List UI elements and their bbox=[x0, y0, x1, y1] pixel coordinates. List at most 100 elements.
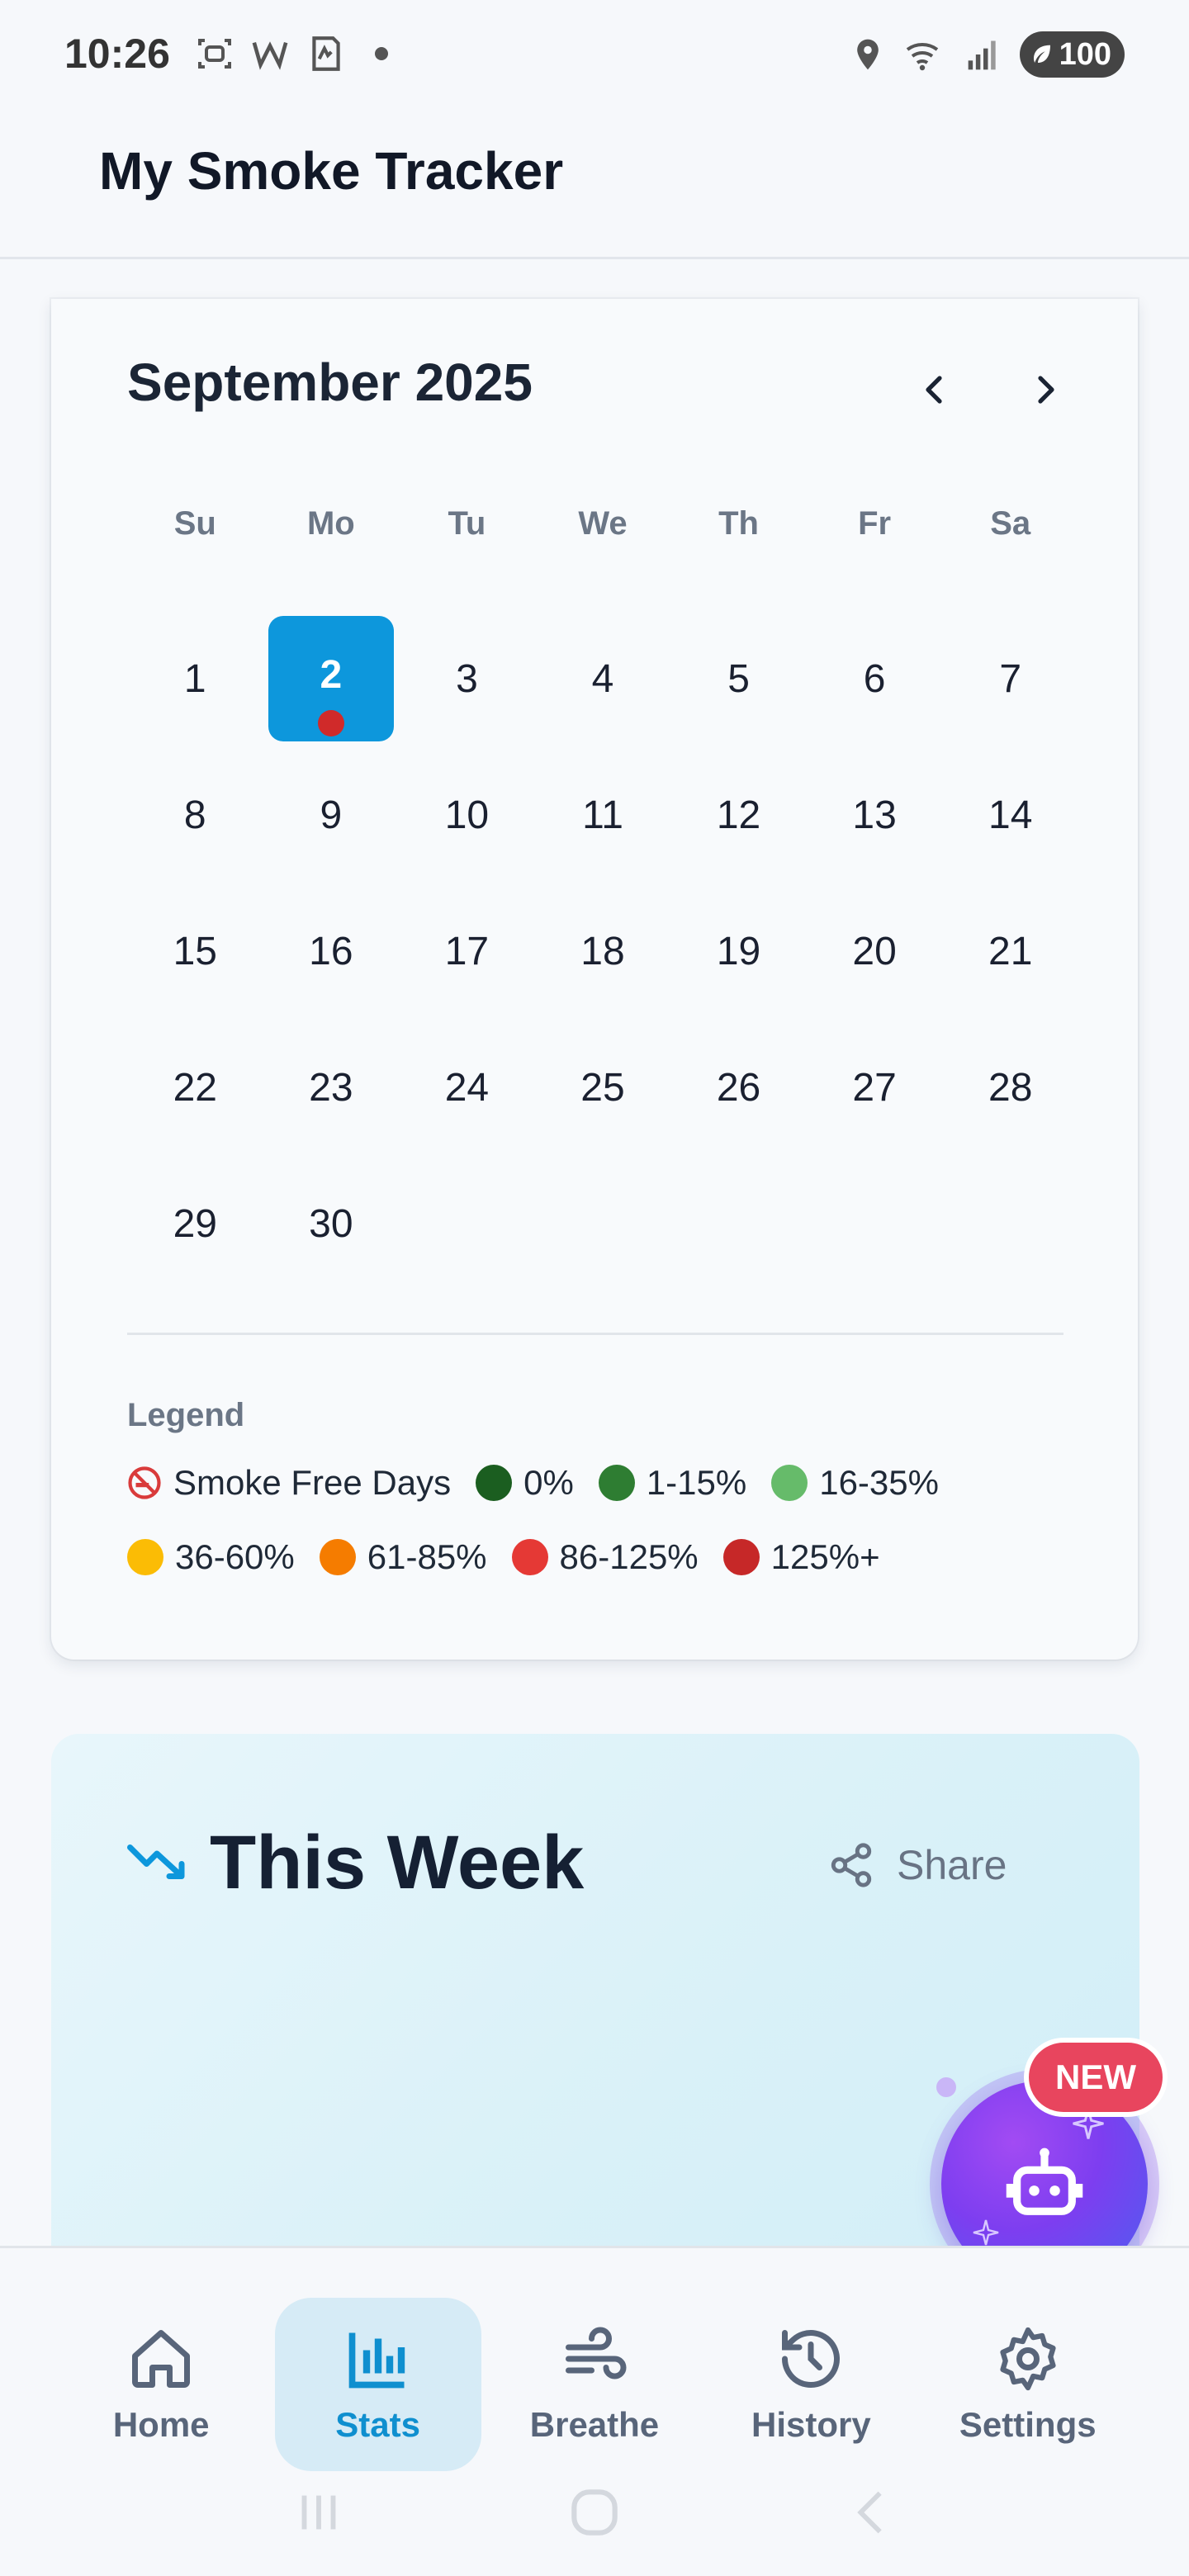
new-badge: NEW bbox=[1024, 2038, 1168, 2117]
calendar-day-label: 2 bbox=[320, 652, 343, 697]
calendar-day[interactable]: 13 bbox=[812, 752, 937, 878]
home-icon bbox=[132, 2330, 191, 2388]
legend-label: 0% bbox=[523, 1463, 574, 1502]
chevron-right-icon bbox=[1038, 376, 1054, 404]
back-icon[interactable] bbox=[841, 2484, 899, 2541]
calendar-day[interactable]: 9 bbox=[268, 752, 394, 878]
app-bar: My Smoke Tracker bbox=[0, 116, 1189, 259]
calendar-day[interactable]: 10 bbox=[404, 752, 529, 878]
weekday-label: Th bbox=[718, 505, 759, 542]
battery-icon: 100 bbox=[1019, 31, 1125, 78]
sparkle-icon bbox=[973, 2219, 999, 2246]
legend-swatch bbox=[511, 1539, 548, 1575]
nav-item-settings[interactable]: Settings bbox=[925, 2298, 1131, 2471]
divider bbox=[127, 1333, 1063, 1335]
bottom-nav-items: Home Stats Breathe History Settings bbox=[0, 2298, 1189, 2471]
recent-apps-icon[interactable] bbox=[290, 2484, 348, 2541]
legend-item: 0% bbox=[476, 1463, 574, 1503]
legend-item: 36-60% bbox=[127, 1537, 295, 1577]
nav-item-history[interactable]: History bbox=[708, 2298, 914, 2471]
nav-item-label: Home bbox=[112, 2405, 210, 2444]
calendar-day[interactable]: 22 bbox=[132, 1025, 258, 1150]
status-right-icons: 100 bbox=[850, 31, 1125, 78]
weekday-label: Sa bbox=[990, 505, 1031, 542]
phone-app-icon bbox=[312, 36, 340, 71]
calendar-day[interactable]: 25 bbox=[540, 1025, 666, 1150]
page-title: My Smoke Tracker bbox=[99, 141, 564, 201]
bar-chart-icon bbox=[348, 2332, 405, 2389]
legend-swatch bbox=[476, 1465, 513, 1501]
nav-item-stats[interactable]: Stats bbox=[274, 2298, 481, 2471]
calendar-day[interactable]: 19 bbox=[676, 888, 802, 1014]
legend-swatch bbox=[598, 1465, 635, 1501]
calendar-day[interactable]: 12 bbox=[676, 752, 802, 878]
share-button[interactable]: Share bbox=[827, 1828, 1007, 1902]
calendar-days-grid: 1 2 3 4 5 6 7 8 9 10 11 12 13 14 15 16 1… bbox=[127, 616, 1078, 1297]
status-bar: 10:26 100 bbox=[0, 0, 1189, 116]
calendar-day[interactable]: 27 bbox=[812, 1025, 937, 1150]
calendar-day[interactable]: 26 bbox=[676, 1025, 802, 1150]
nav-item-breathe[interactable]: Breathe bbox=[491, 2298, 698, 2471]
legend-item-smoke-free: Smoke Free Days bbox=[127, 1463, 451, 1503]
weekday-label: Mo bbox=[306, 505, 355, 542]
nav-item-label: History bbox=[751, 2405, 871, 2444]
nav-item-label: Settings bbox=[959, 2405, 1097, 2444]
calendar-card: September 2025 Su Mo Tu We Th Fr Sa 1 2 … bbox=[51, 299, 1138, 1660]
calendar-day[interactable]: 4 bbox=[540, 616, 666, 741]
calendar-day[interactable]: 17 bbox=[404, 888, 529, 1014]
legend-item: 1-15% bbox=[598, 1463, 747, 1503]
calendar-day[interactable]: 14 bbox=[948, 752, 1073, 878]
calendar-day[interactable]: 5 bbox=[676, 616, 802, 741]
gear-icon bbox=[1000, 2327, 1056, 2391]
legend-item: 61-85% bbox=[319, 1537, 487, 1577]
chevron-left-icon bbox=[926, 376, 942, 404]
previous-month-button[interactable] bbox=[902, 357, 968, 423]
weekday-label: Tu bbox=[448, 505, 486, 542]
legend-label: Smoke Free Days bbox=[173, 1463, 452, 1502]
calendar-day[interactable]: 8 bbox=[132, 752, 258, 878]
next-month-button[interactable] bbox=[1012, 357, 1078, 423]
signal-icon bbox=[968, 40, 996, 70]
home-button-icon[interactable] bbox=[564, 2482, 625, 2543]
legend-label: 1-15% bbox=[646, 1463, 747, 1502]
calendar-day[interactable]: 18 bbox=[540, 888, 666, 1014]
calendar-day[interactable]: 28 bbox=[948, 1025, 1073, 1150]
calendar-day[interactable]: 16 bbox=[268, 888, 394, 1014]
location-icon bbox=[856, 39, 879, 70]
calendar-day-selected[interactable]: 2 bbox=[268, 616, 394, 741]
nav-item-home[interactable]: Home bbox=[58, 2298, 264, 2471]
calendar-day[interactable]: 1 bbox=[132, 616, 258, 741]
calendar-day[interactable]: 21 bbox=[948, 888, 1073, 1014]
calendar-day[interactable]: 15 bbox=[132, 888, 258, 1014]
status-time: 10:26 bbox=[64, 31, 170, 77]
share-icon bbox=[831, 1843, 872, 1887]
legend-swatch bbox=[127, 1539, 163, 1575]
calendar-day[interactable]: 3 bbox=[404, 616, 529, 741]
calendar-day[interactable]: 6 bbox=[812, 616, 937, 741]
legend-item: 125%+ bbox=[722, 1537, 880, 1577]
system-navigation-bar bbox=[0, 2471, 1189, 2554]
nav-item-label: Breathe bbox=[529, 2405, 660, 2444]
wifi-icon bbox=[906, 43, 938, 71]
dot-icon bbox=[375, 47, 388, 60]
trending-down-icon bbox=[127, 1844, 185, 1879]
status-left-icons bbox=[195, 33, 388, 74]
this-week-title: This Week bbox=[210, 1821, 585, 1905]
calendar-day[interactable]: 23 bbox=[268, 1025, 394, 1150]
calendar-day[interactable]: 11 bbox=[540, 752, 666, 878]
wind-icon bbox=[565, 2327, 627, 2379]
day-status-dot bbox=[317, 710, 344, 736]
calendar-day[interactable]: 29 bbox=[132, 1161, 258, 1286]
month-title: September 2025 bbox=[127, 353, 533, 412]
legend-row: Smoke Free Days 0% 1-15% 16-35% bbox=[127, 1463, 939, 1503]
screenshot-icon bbox=[198, 39, 231, 69]
weekday-label: We bbox=[578, 505, 628, 542]
calendar-day[interactable]: 7 bbox=[948, 616, 1073, 741]
weekday-label: Fr bbox=[858, 505, 892, 542]
w-icon bbox=[252, 41, 288, 70]
calendar-day[interactable]: 24 bbox=[404, 1025, 529, 1150]
legend-label: 16-35% bbox=[819, 1463, 939, 1502]
sparkle-dot bbox=[936, 2077, 956, 2097]
calendar-day[interactable]: 20 bbox=[812, 888, 937, 1014]
calendar-day[interactable]: 30 bbox=[268, 1161, 394, 1286]
